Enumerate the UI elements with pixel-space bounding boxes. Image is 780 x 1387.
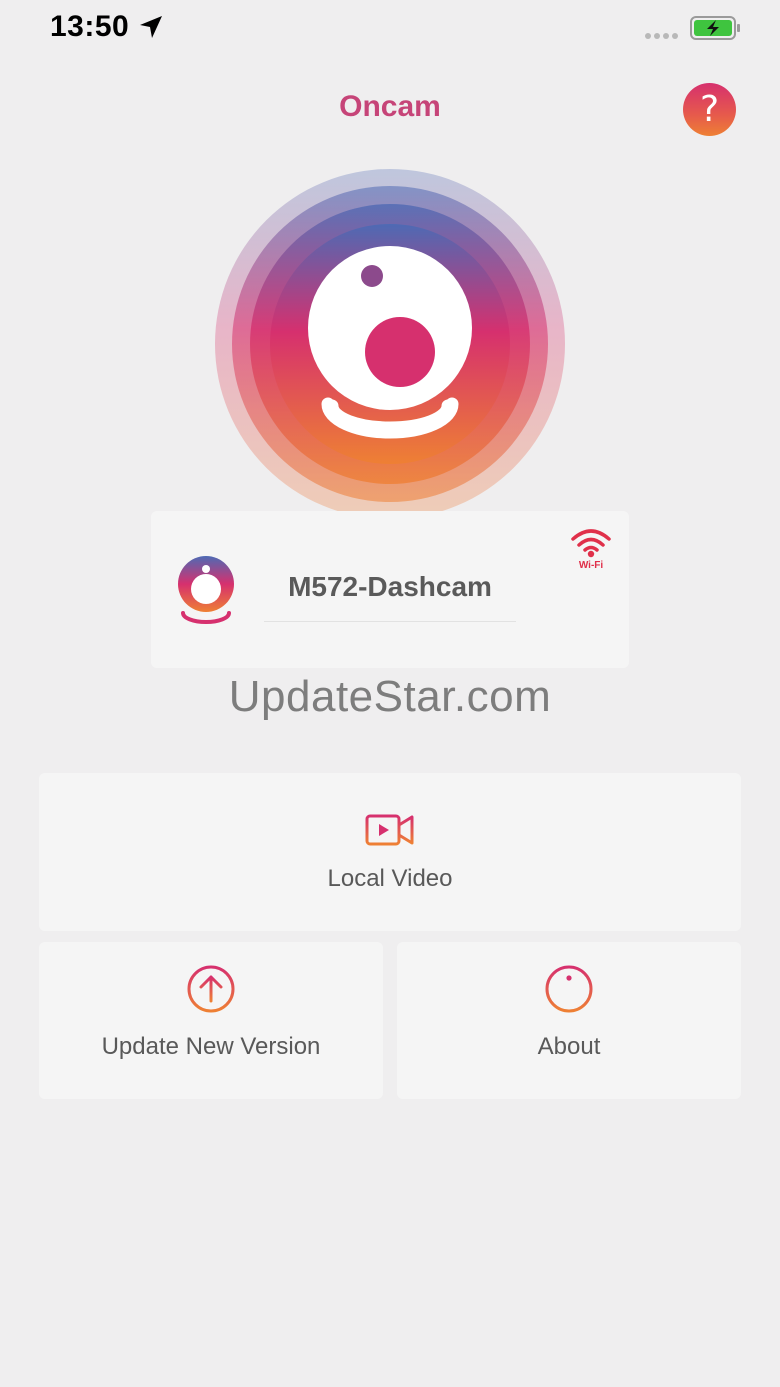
watermark-text: UpdateStar.com	[228, 672, 552, 721]
local-video-button[interactable]: Local Video	[39, 773, 741, 931]
status-time: 13:50	[50, 10, 130, 43]
info-circle-icon	[545, 965, 593, 1013]
battery-charging-icon	[690, 16, 740, 40]
location-arrow-icon	[140, 16, 162, 38]
arrow-up-circle-icon	[187, 965, 235, 1013]
about-label: About	[537, 1033, 601, 1060]
wifi-icon: Wi-Fi	[571, 529, 611, 571]
device-underline	[264, 621, 516, 622]
camera-icon	[178, 556, 234, 624]
oncam-logo	[215, 169, 565, 519]
status-bar: 13:50	[0, 0, 780, 56]
help-button[interactable]: ?	[683, 83, 736, 136]
video-camera-icon	[365, 814, 414, 846]
device-name: M572-Dashcam	[288, 571, 492, 602]
device-card[interactable]: M572-Dashcam Wi-Fi	[151, 511, 629, 668]
update-label: Update New Version	[101, 1033, 321, 1060]
local-video-label: Local Video	[327, 865, 453, 892]
app-title: Oncam	[339, 90, 441, 123]
about-button[interactable]: About	[397, 942, 741, 1099]
wifi-label: Wi-Fi	[579, 560, 604, 571]
signal-dots-icon	[645, 33, 678, 39]
update-new-version-button[interactable]: Update New Version	[39, 942, 383, 1099]
